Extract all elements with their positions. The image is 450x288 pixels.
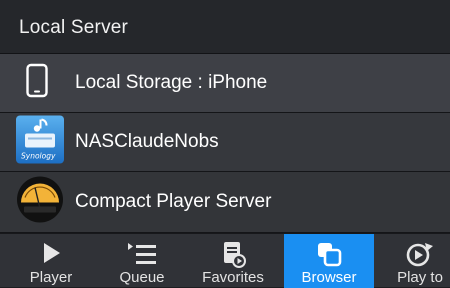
tab-favorites[interactable]: Favorites: [188, 234, 278, 288]
synology-badge-text: Synology: [21, 152, 56, 161]
synology-nas-icon: Synology: [16, 115, 64, 169]
list-item-compact-player[interactable]: Compact Player Server: [0, 172, 450, 233]
tab-queue[interactable]: Queue: [97, 234, 187, 288]
tab-bar: Player Queue Favorites Browser Play to: [0, 233, 450, 288]
tab-browser[interactable]: Browser: [284, 234, 374, 288]
tab-label: Player: [29, 269, 73, 286]
server-list: Local Storage : iPhone Synology NASClaud…: [0, 54, 450, 233]
queue-list-icon: [128, 243, 156, 264]
list-item-label: NASClaudeNobs: [75, 131, 219, 152]
browser-icon: [318, 243, 342, 267]
tab-label: Queue: [119, 269, 165, 286]
list-item-label: Compact Player Server: [75, 191, 272, 212]
tab-label: Browser: [301, 269, 357, 286]
page-title: Local Server: [19, 17, 129, 38]
favorites-icon: [224, 242, 246, 268]
header-bar: Local Server: [0, 0, 450, 54]
phone-icon: [26, 63, 48, 103]
list-item-label: Local Storage : iPhone: [75, 72, 268, 93]
list-item-nas[interactable]: Synology NASClaudeNobs: [0, 113, 450, 172]
play-to-icon: [406, 243, 433, 267]
list-item-local-storage[interactable]: Local Storage : iPhone: [0, 54, 450, 113]
tab-label: Favorites: [202, 269, 264, 286]
tab-label: Play to: [397, 269, 443, 286]
play-icon: [44, 243, 60, 263]
tab-play-to[interactable]: Play to: [375, 234, 450, 288]
tab-player[interactable]: Player: [6, 234, 96, 288]
vu-meter-icon: [16, 176, 64, 229]
